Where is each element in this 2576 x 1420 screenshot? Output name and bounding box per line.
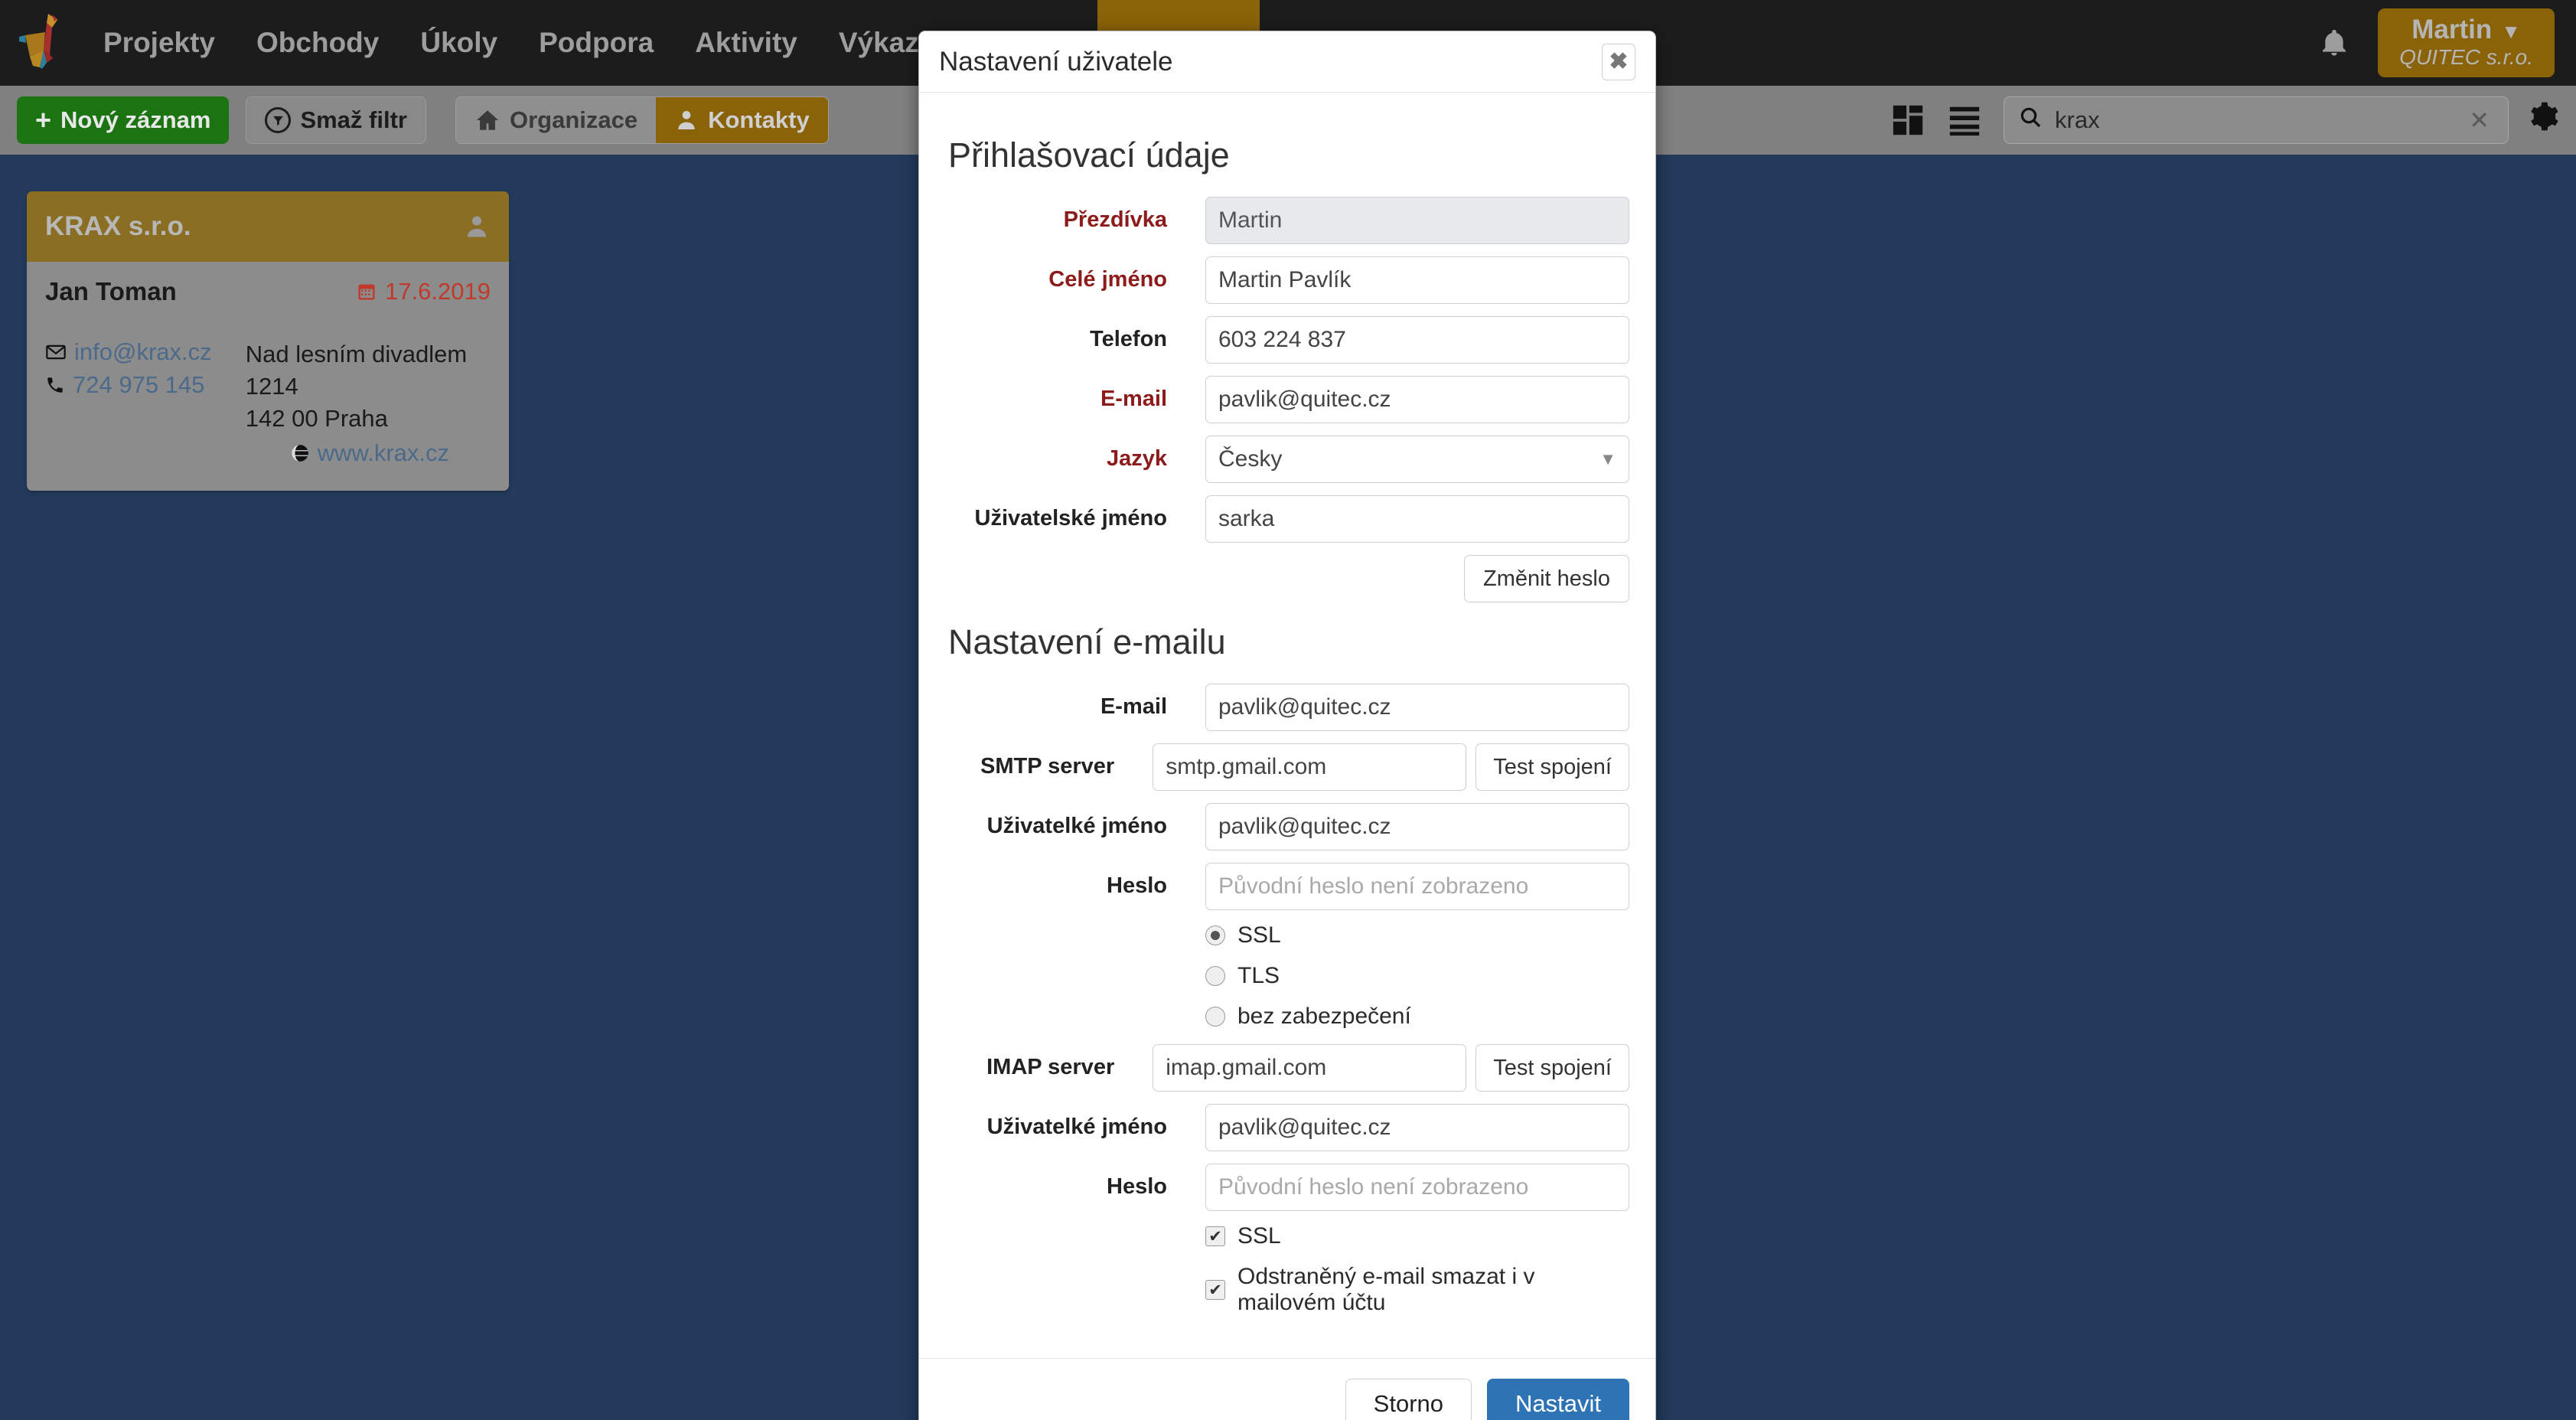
imap-server-input[interactable] [1153, 1044, 1467, 1092]
control-mail-email [1205, 684, 1629, 731]
change-password-button[interactable]: Změnit heslo [1463, 555, 1629, 602]
cancel-button[interactable]: Storno [1345, 1379, 1472, 1420]
smtp-none-label: bez zabezpečení [1237, 1004, 1411, 1029]
dialog-header: Nastavení uživatele ✖ [919, 31, 1655, 93]
username-input[interactable] [1205, 495, 1629, 543]
section-title-login: Přihlašovací údaje [948, 135, 1230, 175]
field-row-username: Uživatelské jméno [945, 495, 1629, 543]
field-row-imap-username: Uživatelké jméno [945, 1104, 1629, 1151]
close-icon[interactable]: ✖ [1602, 43, 1635, 80]
control-fullname [1205, 256, 1629, 304]
smtp-tls-label: TLS [1237, 963, 1280, 988]
control-username [1205, 495, 1629, 543]
control-email [1205, 376, 1629, 423]
label-imap-username: Uživatelké jméno [986, 1115, 1167, 1140]
field-row-imap-server: IMAP server Test spojení [945, 1044, 1629, 1092]
smtp-security-ssl[interactable]: SSL [1205, 922, 1629, 948]
field-row-fullname: Celé jméno [945, 256, 1629, 304]
delete-in-account-row[interactable]: ✔ Odstraněný e-mail smazat i v mailovém … [1205, 1264, 1629, 1316]
fullname-input[interactable] [1205, 256, 1629, 304]
smtp-password-input[interactable] [1205, 863, 1629, 910]
smtp-test-button[interactable]: Test spojení [1475, 743, 1629, 791]
smtp-ssl-label: SSL [1237, 922, 1281, 948]
dialog-body: Přihlašovací údaje Přezdívka Celé jméno … [919, 93, 1655, 1338]
control-smtp-username [1205, 803, 1629, 850]
imap-password-input[interactable] [1205, 1164, 1629, 1211]
label-imap-server: IMAP server [986, 1055, 1115, 1080]
dialog-footer: Storno Nastavit [919, 1358, 1655, 1420]
field-row-mail-email: E-mail [945, 684, 1629, 731]
field-row-nickname: Přezdívka [945, 197, 1629, 244]
smtp-server-input[interactable] [1153, 743, 1467, 791]
modal-backdrop: Nastavení uživatele ✖ Přihlašovací údaje… [0, 0, 2576, 1420]
label-email: E-mail [1100, 387, 1167, 412]
user-settings-dialog: Nastavení uživatele ✖ Přihlašovací údaje… [918, 31, 1656, 1420]
field-row-phone: Telefon [945, 316, 1629, 364]
radio-icon[interactable] [1205, 966, 1225, 986]
control-imap-server: Test spojení [1153, 1044, 1629, 1092]
imap-username-input[interactable] [1205, 1104, 1629, 1151]
label-language: Jazyk [1106, 446, 1167, 472]
field-row-smtp-password: Heslo [945, 863, 1629, 910]
checkbox-icon[interactable]: ✔ [1205, 1226, 1225, 1246]
label-smtp-username: Uživatelké jméno [986, 814, 1167, 839]
control-imap-username [1205, 1104, 1629, 1151]
phone-input[interactable] [1205, 316, 1629, 364]
submit-button[interactable]: Nastavit [1487, 1379, 1629, 1420]
label-username: Uživatelské jméno [974, 506, 1167, 531]
label-smtp-server: SMTP server [980, 754, 1115, 779]
control-nickname [1205, 197, 1629, 244]
change-password-row: Změnit heslo [945, 555, 1629, 602]
control-language: Česky ▼ [1205, 436, 1629, 483]
imap-test-button[interactable]: Test spojení [1475, 1044, 1629, 1092]
language-value: Česky [1218, 446, 1283, 472]
delete-in-account-label: Odstraněný e-mail smazat i v mailovém úč… [1237, 1264, 1535, 1315]
control-imap-password [1205, 1164, 1629, 1211]
radio-icon[interactable] [1205, 1007, 1225, 1027]
control-phone [1205, 316, 1629, 364]
radio-dot [1211, 931, 1220, 940]
imap-ssl-row[interactable]: ✔ SSL [1205, 1223, 1629, 1249]
section-title-email: Nastavení e-mailu [948, 622, 1226, 661]
label-imap-password: Heslo [1107, 1174, 1167, 1200]
field-row-smtp-server: SMTP server Test spojení [945, 743, 1629, 791]
control-smtp-server: Test spojení [1153, 743, 1629, 791]
control-smtp-password [1205, 863, 1629, 910]
checkbox-icon[interactable]: ✔ [1205, 1280, 1225, 1300]
label-nickname: Přezdívka [1063, 207, 1167, 233]
imap-ssl-label: SSL [1237, 1223, 1281, 1249]
smtp-username-input[interactable] [1205, 803, 1629, 850]
mail-email-input[interactable] [1205, 684, 1629, 731]
nickname-input[interactable] [1205, 197, 1629, 244]
field-row-imap-password: Heslo [945, 1164, 1629, 1211]
smtp-security-tls[interactable]: TLS [1205, 963, 1629, 989]
field-row-email: E-mail [945, 376, 1629, 423]
label-mail-email: E-mail [1100, 694, 1167, 720]
check-tick: ✔ [1208, 1281, 1222, 1299]
dialog-title: Nastavení uživatele [939, 46, 1173, 77]
chevron-down-icon: ▼ [1599, 449, 1616, 468]
language-select[interactable]: Česky ▼ [1205, 436, 1629, 483]
smtp-security-none[interactable]: bez zabezpečení [1205, 1004, 1629, 1030]
radio-icon[interactable] [1205, 925, 1225, 945]
email-input[interactable] [1205, 376, 1629, 423]
label-fullname: Celé jméno [1048, 267, 1167, 292]
check-tick: ✔ [1208, 1227, 1222, 1245]
field-row-language: Jazyk Česky ▼ [945, 436, 1629, 483]
label-phone: Telefon [1090, 327, 1167, 352]
field-row-smtp-username: Uživatelké jméno [945, 803, 1629, 850]
label-smtp-password: Heslo [1107, 873, 1167, 899]
